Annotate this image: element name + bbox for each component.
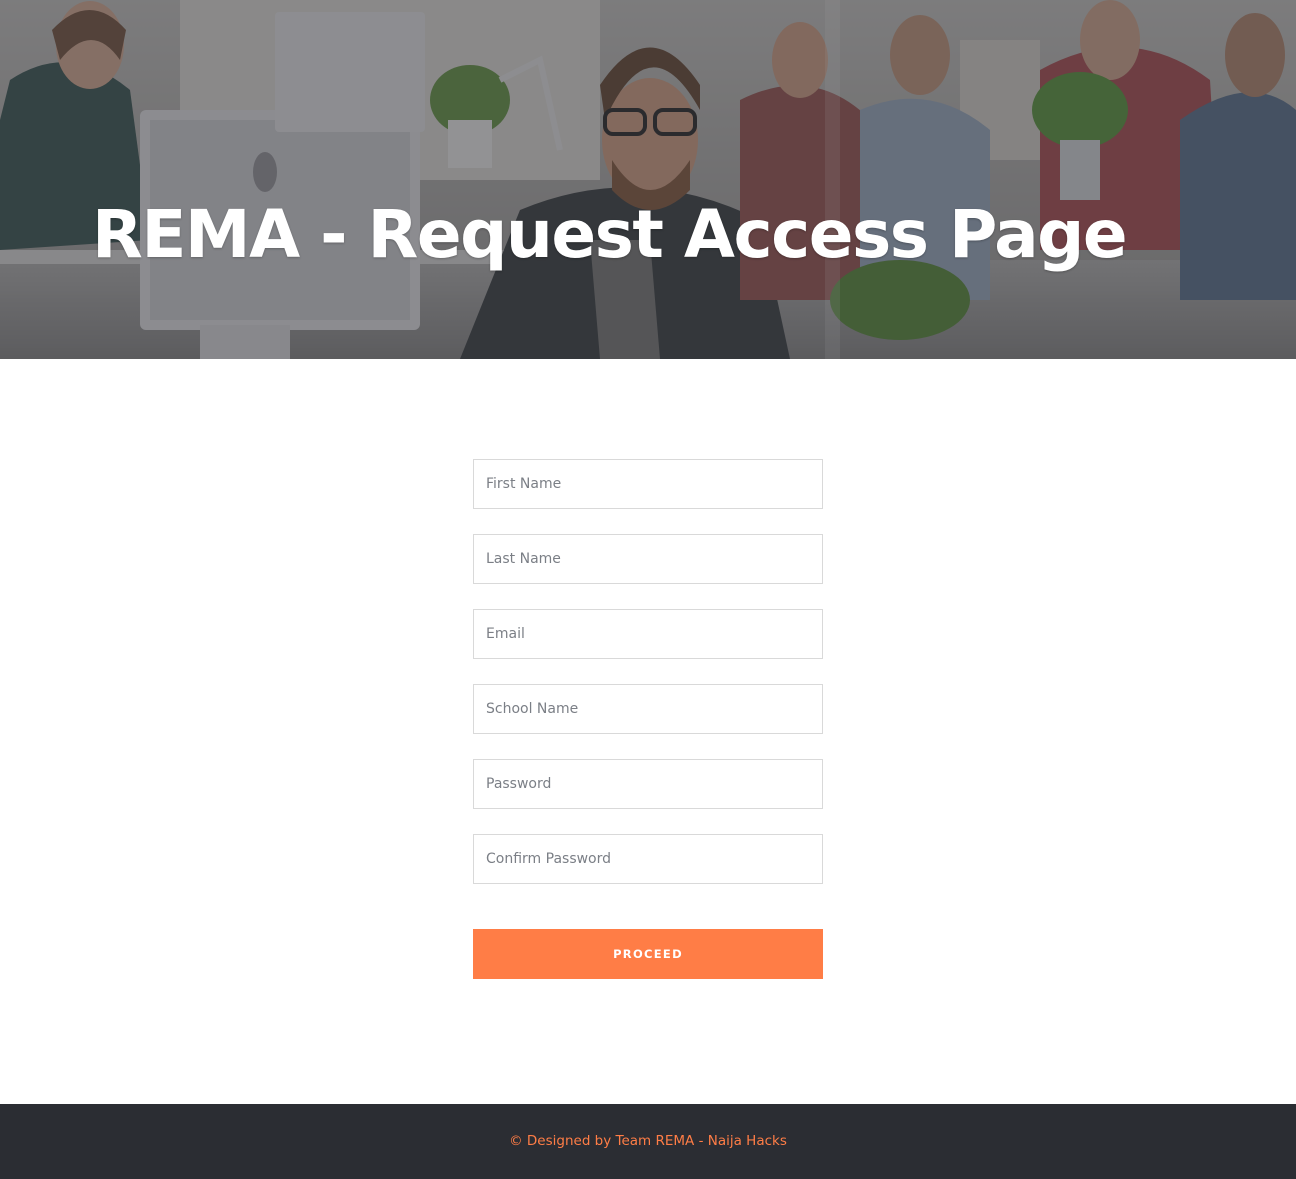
footer: © Designed by Team REMA - Naija Hacks <box>0 1104 1296 1179</box>
email-input[interactable] <box>473 609 823 659</box>
request-access-form: PROCEED <box>473 459 823 979</box>
last-name-input[interactable] <box>473 534 823 584</box>
confirm-password-input[interactable] <box>473 834 823 884</box>
hero-banner: REMA - Request Access Page <box>0 0 1296 359</box>
password-input[interactable] <box>473 759 823 809</box>
page-title: REMA - Request Access Page <box>92 196 1128 273</box>
first-name-input[interactable] <box>473 459 823 509</box>
hero-background-photo <box>0 0 1296 359</box>
proceed-button[interactable]: PROCEED <box>473 929 823 979</box>
footer-credit: © Designed by Team REMA - Naija Hacks <box>509 1133 787 1149</box>
school-name-input[interactable] <box>473 684 823 734</box>
